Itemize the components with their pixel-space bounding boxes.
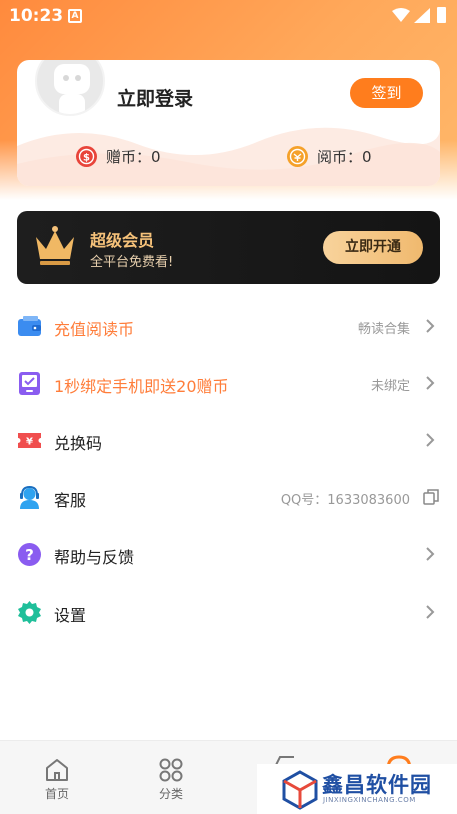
status-bar: 10:23 A	[0, 0, 457, 32]
menu-item-label: 设置	[54, 606, 87, 625]
question-icon: ?	[18, 543, 41, 566]
a-box-icon: A	[68, 9, 82, 23]
chevron-right-icon	[426, 319, 435, 333]
gift-coin-balance: $ 赠币：0	[76, 146, 161, 167]
menu-item-value: 未绑定	[370, 379, 410, 394]
yen-coin-icon	[287, 146, 308, 167]
gift-coin-label: 赠币：0	[106, 148, 161, 166]
svg-text:?: ?	[25, 546, 34, 564]
signal-icon	[414, 8, 430, 23]
category-icon	[159, 758, 183, 782]
status-time: 10:23	[9, 6, 64, 26]
tab-label: 首页	[44, 787, 69, 801]
menu-item-label: 兑换码	[54, 434, 103, 453]
ticket-icon: ¥	[18, 433, 41, 448]
home-icon	[46, 759, 68, 781]
svg-text:¥: ¥	[26, 437, 33, 448]
vip-subtitle: 全平台免费看!	[90, 255, 174, 270]
menu-item-value: 畅读合集	[357, 322, 410, 337]
chevron-right-icon	[426, 376, 435, 390]
vip-banner[interactable]: 超级会员 全平台免费看! 立即开通	[17, 211, 440, 284]
menu-item-bind-phone[interactable]: 1秒绑定手机即送20赠币 未绑定	[0, 355, 457, 412]
headset-icon	[20, 485, 39, 509]
avatar[interactable]	[35, 60, 105, 116]
menu-item-label: 客服	[54, 491, 87, 510]
tab-label: 分类	[158, 787, 183, 801]
phone-check-icon	[19, 372, 40, 395]
watermark-subtext: JINXINGXINCHANG.COM	[323, 796, 416, 804]
watermark-logo: 鑫昌软件园 JINXINGXINCHANG.COM	[257, 764, 457, 814]
menu-item-label: 1秒绑定手机即送20赠币	[54, 377, 229, 396]
svg-text:$: $	[83, 153, 90, 164]
battery-icon	[437, 7, 446, 23]
tab-category[interactable]: 分类	[131, 741, 211, 814]
menu-item-label: 充值阅读币	[54, 320, 135, 339]
watermark-text: 鑫昌软件园	[322, 773, 432, 797]
chevron-right-icon	[426, 547, 435, 561]
vip-open-button[interactable]: 立即开通	[323, 231, 423, 264]
wallet-icon	[18, 316, 41, 336]
profile-card: 立即登录 签到 $ 赠币：0 阅币：0	[17, 60, 440, 186]
menu-item-recharge[interactable]: 充值阅读币 畅读合集	[0, 298, 457, 355]
login-prompt[interactable]: 立即登录	[117, 84, 193, 111]
robot-avatar-icon	[54, 64, 90, 114]
menu-item-settings[interactable]: 设置	[0, 584, 457, 641]
tab-home[interactable]: 首页	[17, 741, 97, 814]
crown-icon	[36, 226, 74, 265]
read-coin-balance: 阅币：0	[287, 146, 372, 167]
chevron-right-icon	[426, 605, 435, 619]
cube-logo-icon	[282, 770, 318, 810]
dollar-coin-icon: $	[76, 146, 97, 167]
vip-title: 超级会员	[90, 231, 155, 250]
checkin-button[interactable]: 签到	[350, 78, 423, 108]
gear-icon	[18, 601, 41, 624]
menu-item-customer-service[interactable]: 客服 QQ号：1633083600	[0, 469, 457, 526]
wifi-icon	[392, 8, 410, 22]
menu-item-help-feedback[interactable]: ? 帮助与反馈	[0, 526, 457, 583]
menu-item-redeem-code[interactable]: ¥ 兑换码	[0, 412, 457, 469]
qq-number: QQ号：1633083600	[280, 493, 410, 508]
copy-icon[interactable]	[423, 489, 439, 505]
chevron-right-icon	[426, 433, 435, 447]
read-coin-label: 阅币：0	[317, 148, 372, 166]
menu-item-label: 帮助与反馈	[54, 548, 135, 567]
